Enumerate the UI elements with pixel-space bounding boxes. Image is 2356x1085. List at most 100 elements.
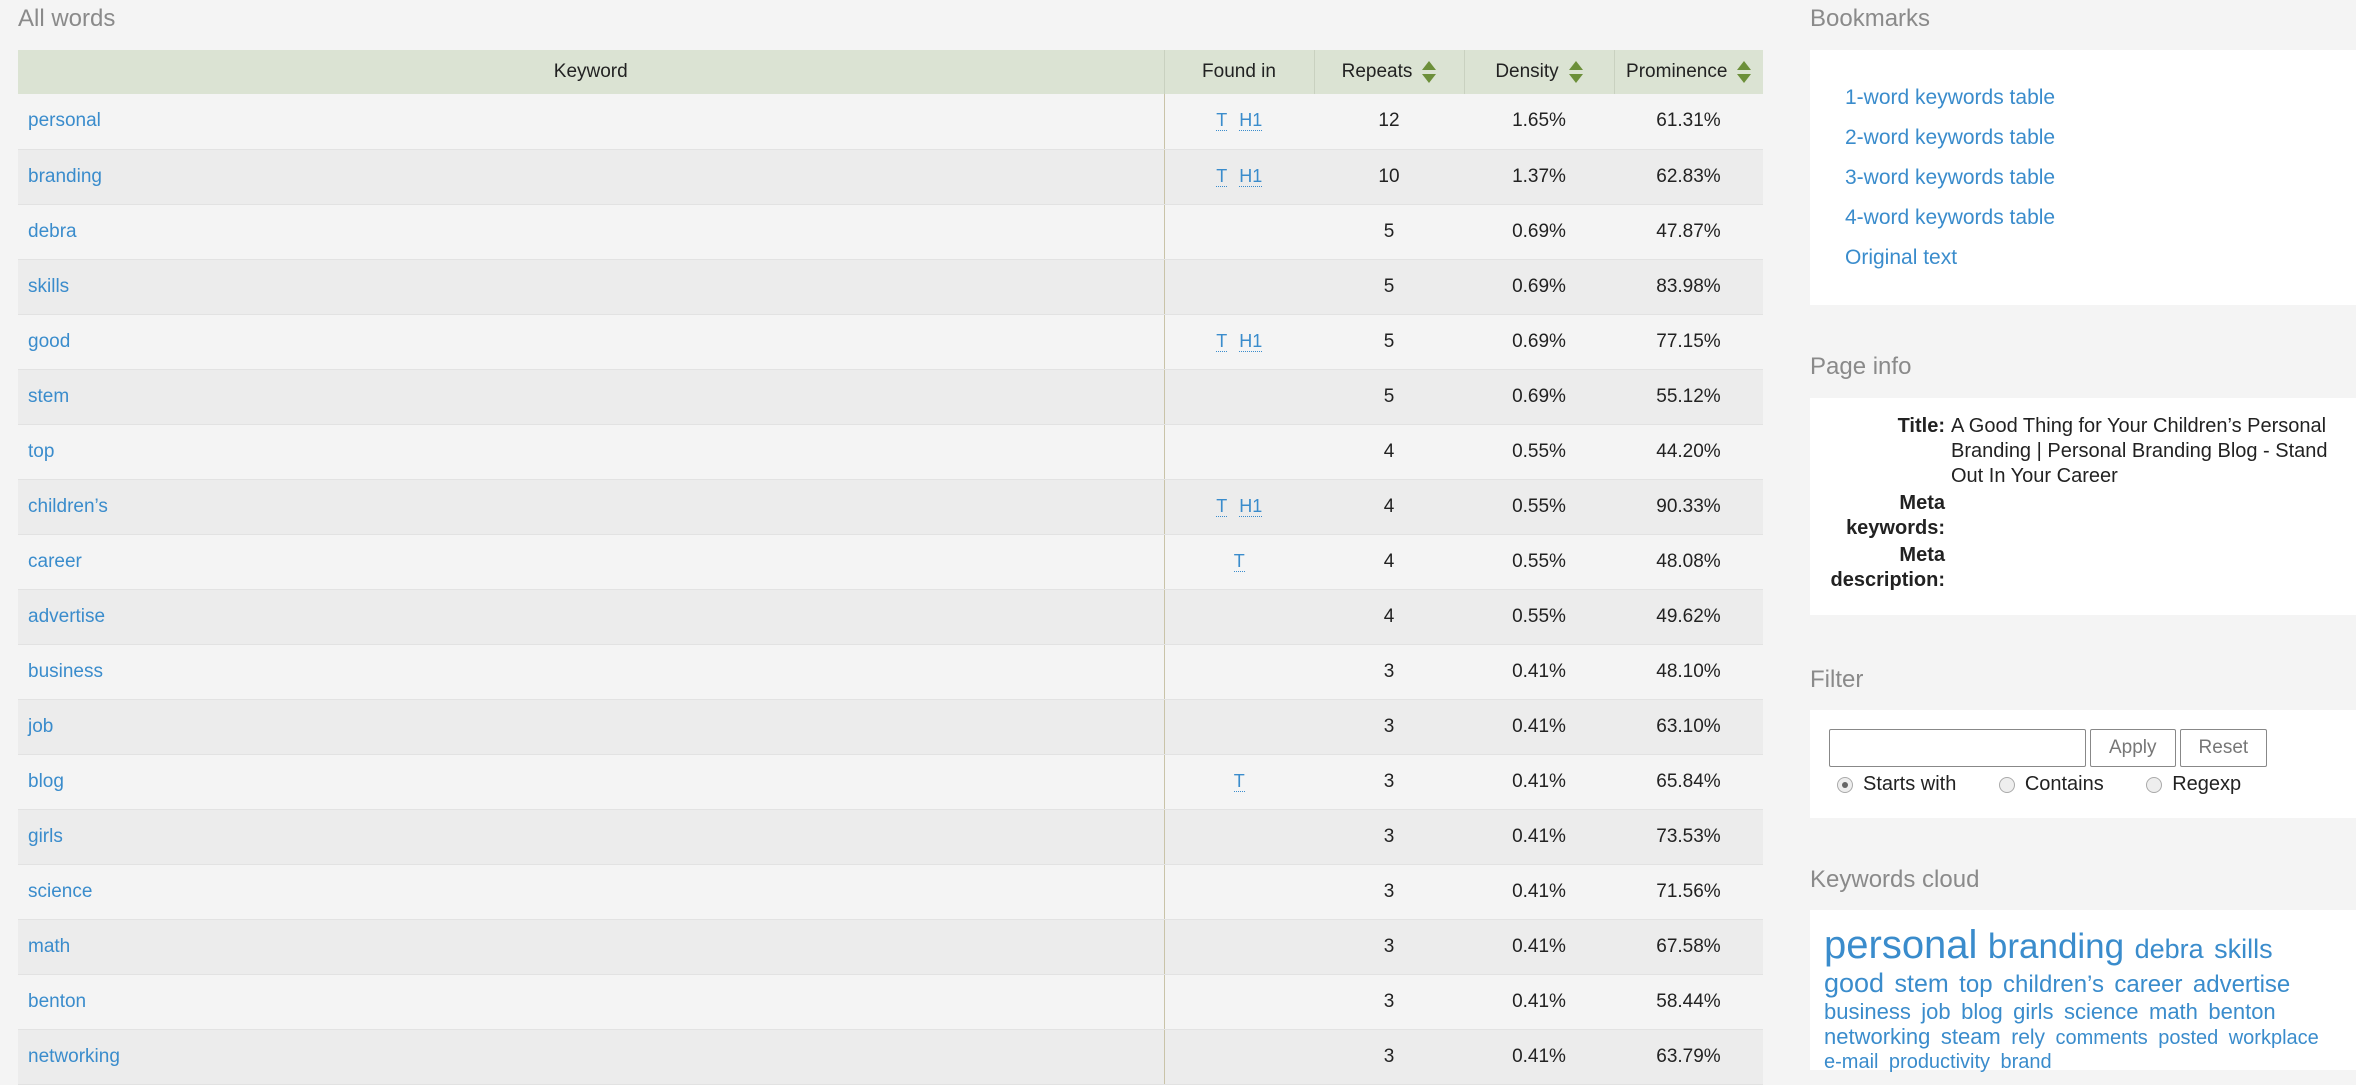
cloud-word[interactable]: job: [1921, 999, 1950, 1024]
bookmark-1-word[interactable]: 1-word keywords table: [1845, 78, 2321, 118]
found-in-h1-tag[interactable]: H1: [1239, 165, 1263, 187]
radio-regexp[interactable]: Regexp: [2146, 773, 2241, 796]
cloud-word[interactable]: debra: [2135, 934, 2204, 964]
reset-button[interactable]: Reset: [2179, 729, 2268, 767]
col-repeats[interactable]: Repeats: [1314, 50, 1465, 94]
found-in-t-tag[interactable]: T: [1216, 165, 1228, 187]
found-in-cell: T: [1164, 754, 1314, 810]
keyword-link[interactable]: blog: [28, 771, 64, 792]
keyword-link[interactable]: children’s: [28, 496, 108, 517]
keyword-cell: children’s: [18, 479, 1165, 535]
density-cell: 0.55%: [1464, 424, 1614, 480]
cloud-word[interactable]: stem: [1895, 970, 1949, 998]
keyword-link[interactable]: networking: [28, 1046, 120, 1067]
meta-description-label: Meta description:: [1830, 544, 1945, 591]
cloud-word[interactable]: e-mail: [1824, 1051, 1878, 1073]
keyword-link[interactable]: branding: [28, 166, 102, 187]
sort-icon[interactable]: [1422, 60, 1437, 83]
density-cell: 0.41%: [1464, 644, 1614, 700]
bookmark-4-word[interactable]: 4-word keywords table: [1845, 198, 2321, 238]
title-label: Title:: [1897, 415, 1945, 437]
repeats-cell: 5: [1314, 259, 1464, 315]
cloud-word[interactable]: girls: [2013, 999, 2053, 1024]
found-in-t-tag[interactable]: T: [1216, 330, 1228, 352]
cloud-word[interactable]: skills: [2214, 934, 2273, 964]
sort-icon[interactable]: [1568, 60, 1583, 83]
sort-icon[interactable]: [1737, 60, 1752, 83]
density-cell: 0.55%: [1464, 589, 1614, 645]
keyword-link[interactable]: debra: [28, 221, 77, 242]
apply-button[interactable]: Apply: [2090, 729, 2176, 767]
keyword-link[interactable]: advertise: [28, 606, 105, 627]
repeats-cell: 3: [1314, 1029, 1464, 1085]
found-in-t-tag[interactable]: T: [1216, 495, 1228, 517]
prominence-cell: 65.84%: [1614, 754, 1763, 810]
cloud-word[interactable]: benton: [2208, 999, 2275, 1024]
keyword-link[interactable]: good: [28, 331, 70, 352]
col-prominence[interactable]: Prominence: [1614, 50, 1763, 94]
cloud-word[interactable]: networking: [1824, 1024, 1930, 1049]
cloud-word[interactable]: advertise: [2193, 971, 2290, 998]
table-row: math 3 0.41% 67.58%: [18, 919, 1763, 975]
cloud-word[interactable]: branding: [1988, 927, 2124, 966]
keyword-link[interactable]: girls: [28, 826, 63, 847]
bookmarks-panel: 1-word keywords table 2-word keywords ta…: [1810, 50, 2356, 305]
cloud-word[interactable]: rely: [2011, 1026, 2045, 1049]
prominence-cell: 48.08%: [1614, 534, 1763, 590]
cloud-word[interactable]: posted: [2158, 1027, 2218, 1049]
table-row: branding T H1 10 1.37% 62.83%: [18, 149, 1763, 205]
keyword-link[interactable]: career: [28, 551, 82, 572]
found-in-h1-tag[interactable]: H1: [1239, 110, 1263, 132]
density-cell: 0.41%: [1464, 754, 1614, 810]
found-in-t-tag[interactable]: T: [1216, 110, 1228, 132]
keyword-link[interactable]: top: [28, 441, 54, 462]
prominence-cell: 44.20%: [1614, 424, 1763, 480]
keyword-link[interactable]: business: [28, 661, 103, 682]
bookmark-original-text[interactable]: Original text: [1845, 238, 2321, 278]
cloud-word[interactable]: science: [2064, 999, 2139, 1024]
cloud-word[interactable]: career: [2114, 971, 2182, 998]
keyword-link[interactable]: stem: [28, 386, 69, 407]
cloud-word[interactable]: workplace: [2229, 1027, 2319, 1049]
cloud-word[interactable]: children’s: [2003, 971, 2104, 998]
keyword-link[interactable]: math: [28, 936, 70, 957]
keyword-link[interactable]: job: [28, 716, 53, 737]
repeats-cell: 5: [1314, 204, 1464, 260]
repeats-cell: 5: [1314, 314, 1464, 370]
table-row: good T H1 5 0.69% 77.15%: [18, 314, 1763, 370]
cloud-word[interactable]: blog: [1961, 999, 2003, 1024]
keyword-cell: science: [18, 864, 1165, 920]
col-density[interactable]: Density: [1464, 50, 1615, 94]
radio-starts-with[interactable]: Starts with: [1837, 773, 1956, 796]
keyword-link[interactable]: personal: [28, 110, 101, 131]
prominence-cell: 61.31%: [1614, 94, 1763, 150]
found-in-t-tag[interactable]: T: [1233, 550, 1245, 572]
found-in-cell: [1164, 1029, 1314, 1085]
found-in-h1-tag[interactable]: H1: [1239, 495, 1263, 517]
found-in-cell: T H1: [1164, 94, 1314, 150]
cloud-word[interactable]: brand: [2001, 1051, 2052, 1073]
found-in-h1-tag[interactable]: H1: [1239, 330, 1263, 352]
cloud-word[interactable]: math: [2149, 999, 2198, 1024]
cloud-word[interactable]: personal: [1824, 923, 1977, 967]
radio-contains[interactable]: Contains: [1998, 773, 2104, 796]
table-row: career T 4 0.55% 48.08%: [18, 534, 1763, 590]
keyword-cell: stem: [18, 369, 1165, 425]
keyword-link[interactable]: benton: [28, 991, 86, 1012]
cloud-word[interactable]: top: [1959, 971, 1992, 998]
filter-input[interactable]: [1829, 729, 2086, 767]
bookmark-3-word[interactable]: 3-word keywords table: [1845, 158, 2321, 198]
cloud-word[interactable]: productivity: [1889, 1051, 1990, 1073]
keyword-link[interactable]: science: [28, 881, 92, 902]
table-row: skills 5 0.69% 83.98%: [18, 259, 1763, 315]
cloud-word[interactable]: steam: [1941, 1024, 2001, 1049]
found-in-t-tag[interactable]: T: [1233, 770, 1245, 792]
prominence-cell: 73.53%: [1614, 809, 1763, 865]
col-label: Repeats: [1341, 61, 1413, 82]
col-keyword[interactable]: Keyword: [18, 50, 1165, 94]
cloud-word[interactable]: comments: [2056, 1027, 2148, 1049]
cloud-word[interactable]: good: [1824, 968, 1884, 998]
keyword-link[interactable]: skills: [28, 276, 69, 297]
cloud-word[interactable]: business: [1824, 999, 1911, 1024]
bookmark-2-word[interactable]: 2-word keywords table: [1845, 118, 2321, 158]
